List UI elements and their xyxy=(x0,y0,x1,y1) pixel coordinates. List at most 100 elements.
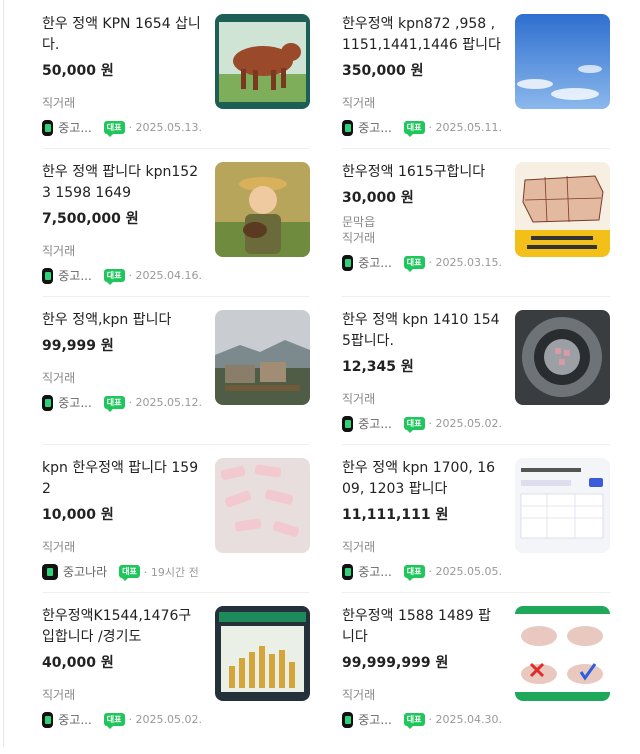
listing-price: 99,999 원 xyxy=(42,338,114,354)
listing-meta: 중고... 대표 · 2025.04.30. xyxy=(342,711,502,729)
row-divider xyxy=(42,444,310,445)
listing-card[interactable]: 한우정액 1615구합니다 30,000 원 문막읍 직거래 중고... 대표 … xyxy=(342,148,610,310)
listing-meta: 중고... 대표 · 2025.05.02. xyxy=(342,415,502,433)
chat-badge: 대표 xyxy=(103,396,125,412)
deal-type: 직거래 xyxy=(342,392,376,406)
tank-icon[interactable] xyxy=(515,310,610,405)
listing-card[interactable]: 한우 정액 kpn 1410 1545팝니다. 12,345 원 직거래 중고.… xyxy=(342,296,610,458)
chat-badge: 대표 xyxy=(103,713,125,729)
chat-badge: 대표 xyxy=(119,565,140,581)
listing-title[interactable]: 한우정액 1588 1489 팝니다 xyxy=(342,606,502,648)
table-screenshot-icon[interactable] xyxy=(515,458,610,553)
listing-meta: 중고... 대표 · 2025.05.13. xyxy=(42,119,202,137)
listing-date-text: 2025.05.05. xyxy=(435,565,502,578)
row-divider xyxy=(342,296,610,297)
row-divider xyxy=(42,148,310,149)
listing-title[interactable]: kpn 한우정액 팝니다 1592 xyxy=(42,458,202,500)
listing-date-text: 2025.05.11. xyxy=(435,121,502,134)
source-name[interactable]: 중고... xyxy=(58,711,92,728)
listing-date: · 2025.05.13. xyxy=(128,121,202,134)
listing-info: 한우 정액 kpn 1410 1545팝니다. 12,345 원 직거래 중고.… xyxy=(342,310,502,433)
listing-date-text: 19시간 전 xyxy=(150,565,199,579)
listing-grid: 한우 정액 KPN 1654 삽니다. 50,000 원 직거래 중고... 대… xyxy=(0,0,640,747)
row-divider xyxy=(342,148,610,149)
listing-info: 한우정액 1588 1489 팝니다 99,999,999 원 직거래 중고..… xyxy=(342,606,502,729)
listing-title[interactable]: 한우 정액 팝니다 kpn1523 1598 1649 xyxy=(42,162,202,204)
source-name[interactable]: 중고... xyxy=(58,267,92,284)
listing-title[interactable]: 한우정액K1544,1476구입합니다 /경기도 xyxy=(42,606,202,648)
listing-meta: 중고... 대표 · 2025.03.15. xyxy=(342,254,502,272)
listing-price: 50,000 원 xyxy=(42,63,114,79)
listing-card[interactable]: 한우 정액 팝니다 kpn1523 1598 1649 7,500,000 원 … xyxy=(42,148,310,310)
source-name[interactable]: 중고... xyxy=(358,415,392,432)
listing-date-text: 2025.05.02. xyxy=(435,417,502,430)
listing-location: 문막읍 xyxy=(342,215,376,229)
source-app-icon xyxy=(342,711,354,728)
listing-price: 7,500,000 원 xyxy=(42,211,139,227)
listing-card[interactable]: 한우 정액 kpn 1700, 1609, 1203 팝니다 11,111,11… xyxy=(342,444,610,606)
listing-meta: 중고... 대표 · 2025.05.02. xyxy=(42,711,202,729)
deal-type: 직거래 xyxy=(42,96,76,110)
listing-date: · 2025.05.02. xyxy=(128,713,202,726)
listing-title[interactable]: 한우 정액 KPN 1654 삽니다. xyxy=(42,14,202,56)
diagram-icon[interactable] xyxy=(515,606,610,701)
source-name[interactable]: 중고... xyxy=(358,563,392,580)
listing-date-text: 2025.04.16. xyxy=(135,269,202,282)
listing-title[interactable]: 한우 정액 kpn 1410 1545팝니다. xyxy=(342,310,502,352)
listing-info: 한우 정액,kpn 팝니다 99,999 원 직거래 중고... 대표 · 20… xyxy=(42,310,202,412)
listing-date: · 2025.05.11. xyxy=(428,121,502,134)
listing-price: 99,999,999 원 xyxy=(342,655,449,671)
listing-title[interactable]: 한우정액 1615구합니다 xyxy=(342,162,502,183)
listing-card[interactable]: 한우정액 kpn872 ,958 ,1151,1441,1446 팝니다 350… xyxy=(342,14,610,162)
listing-meta: 중고나라 대표 · 19시간 전 xyxy=(42,563,202,581)
source-name[interactable]: 중고... xyxy=(358,711,392,728)
listing-title[interactable]: 한우 정액 kpn 1700, 1609, 1203 팝니다 xyxy=(342,458,502,500)
listing-meta: 중고... 대표 · 2025.05.12. xyxy=(42,394,202,412)
straws-icon[interactable] xyxy=(215,458,310,553)
deal-type: 직거래 xyxy=(342,688,376,702)
listing-date-text: 2025.05.13. xyxy=(135,121,202,134)
listing-date: · 2025.05.05. xyxy=(428,565,502,578)
farmer-icon[interactable] xyxy=(215,162,310,257)
listing-info: kpn 한우정액 팝니다 1592 10,000 원 직거래 중고나라 대표 ·… xyxy=(42,458,202,581)
price-chart-icon[interactable] xyxy=(215,606,310,701)
left-border xyxy=(3,0,4,747)
listing-card[interactable]: 한우정액K1544,1476구입합니다 /경기도 40,000 원 직거래 중고… xyxy=(42,592,310,754)
listing-info: 한우정액 kpn872 ,958 ,1151,1441,1446 팝니다 350… xyxy=(342,14,502,137)
listing-info: 한우정액K1544,1476구입합니다 /경기도 40,000 원 직거래 중고… xyxy=(42,606,202,729)
source-name[interactable]: 중고... xyxy=(358,119,392,136)
source-app-icon xyxy=(42,119,54,136)
listing-card[interactable]: 한우 정액,kpn 팝니다 99,999 원 직거래 중고... 대표 · 20… xyxy=(42,296,310,458)
deal-type: 직거래 xyxy=(42,244,76,258)
cow-icon[interactable] xyxy=(215,14,310,109)
town-icon[interactable] xyxy=(215,310,310,405)
listing-meta: 중고... 대표 · 2025.05.05. xyxy=(342,563,502,581)
deal-type: 직거래 xyxy=(342,231,376,245)
chat-badge: 대표 xyxy=(403,565,425,581)
listing-date: · 2025.05.02. xyxy=(428,417,502,430)
beef-chart-icon[interactable] xyxy=(515,162,610,257)
listing-card[interactable]: 한우정액 1588 1489 팝니다 99,999,999 원 직거래 중고..… xyxy=(342,592,610,754)
source-name[interactable]: 중고나라 xyxy=(63,563,107,580)
row-divider xyxy=(342,592,610,593)
source-name[interactable]: 중고... xyxy=(58,119,92,136)
listing-date-text: 2025.05.02. xyxy=(135,713,202,726)
sky-icon[interactable] xyxy=(515,14,610,109)
row-divider xyxy=(42,296,310,297)
listing-info: 한우 정액 KPN 1654 삽니다. 50,000 원 직거래 중고... 대… xyxy=(42,14,202,137)
listing-info: 한우 정액 kpn 1700, 1609, 1203 팝니다 11,111,11… xyxy=(342,458,502,581)
listing-title[interactable]: 한우정액 kpn872 ,958 ,1151,1441,1446 팝니다 xyxy=(342,14,502,56)
deal-type: 직거래 xyxy=(342,96,376,110)
listing-card[interactable]: 한우 정액 KPN 1654 삽니다. 50,000 원 직거래 중고... 대… xyxy=(42,14,310,162)
source-app-icon xyxy=(42,267,54,284)
source-name[interactable]: 중고... xyxy=(58,394,92,411)
chat-badge: 대표 xyxy=(403,417,425,433)
source-app-icon xyxy=(342,415,354,432)
listing-price: 11,111,111 원 xyxy=(342,507,449,523)
source-name[interactable]: 중고... xyxy=(358,254,392,271)
listing-card[interactable]: kpn 한우정액 팝니다 1592 10,000 원 직거래 중고나라 대표 ·… xyxy=(42,444,310,606)
source-app-icon xyxy=(42,563,58,580)
listing-price: 12,345 원 xyxy=(342,359,414,375)
listing-price: 350,000 원 xyxy=(342,63,424,79)
listing-title[interactable]: 한우 정액,kpn 팝니다 xyxy=(42,310,202,331)
